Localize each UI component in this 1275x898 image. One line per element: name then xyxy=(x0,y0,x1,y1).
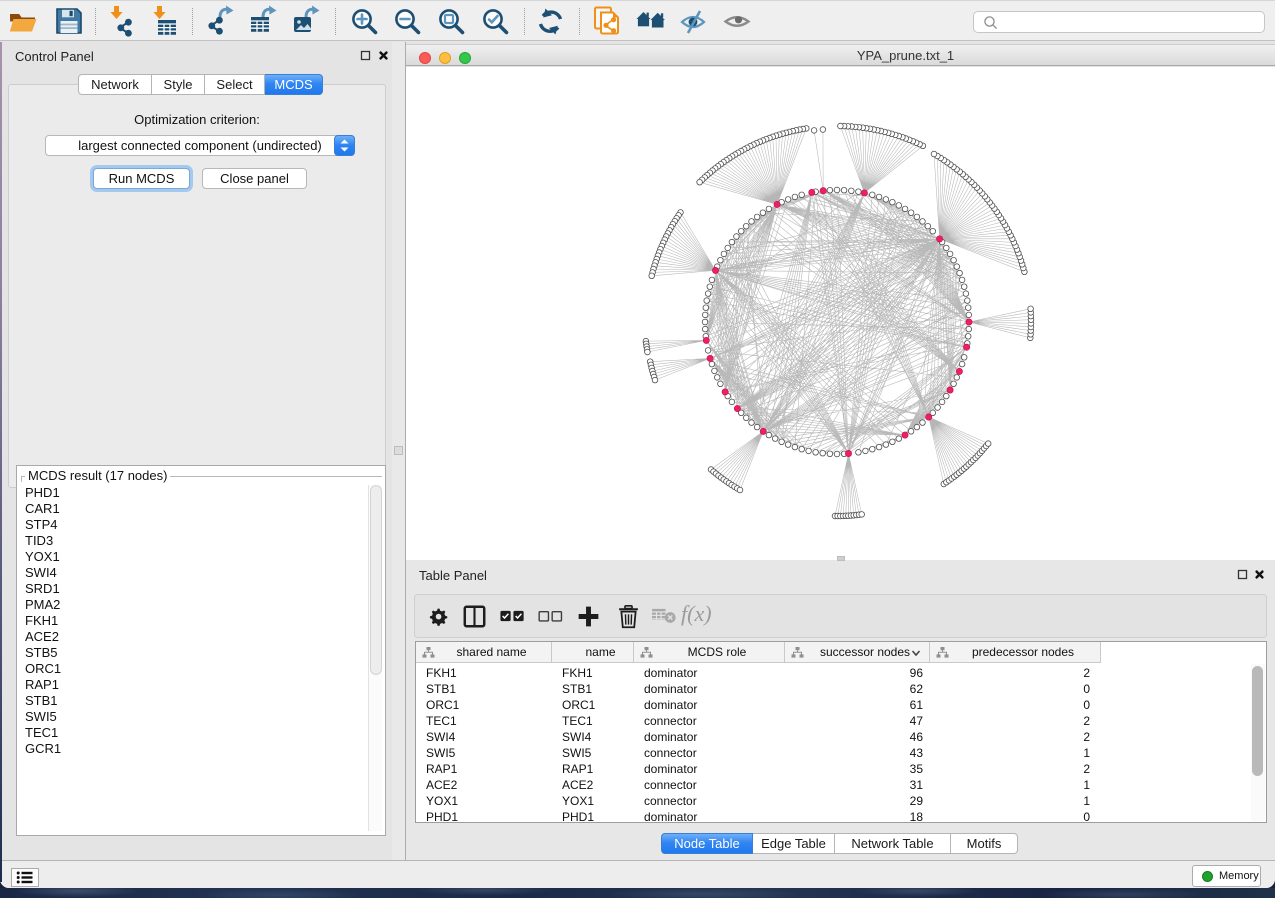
svg-text:f(x): f(x) xyxy=(681,602,712,626)
